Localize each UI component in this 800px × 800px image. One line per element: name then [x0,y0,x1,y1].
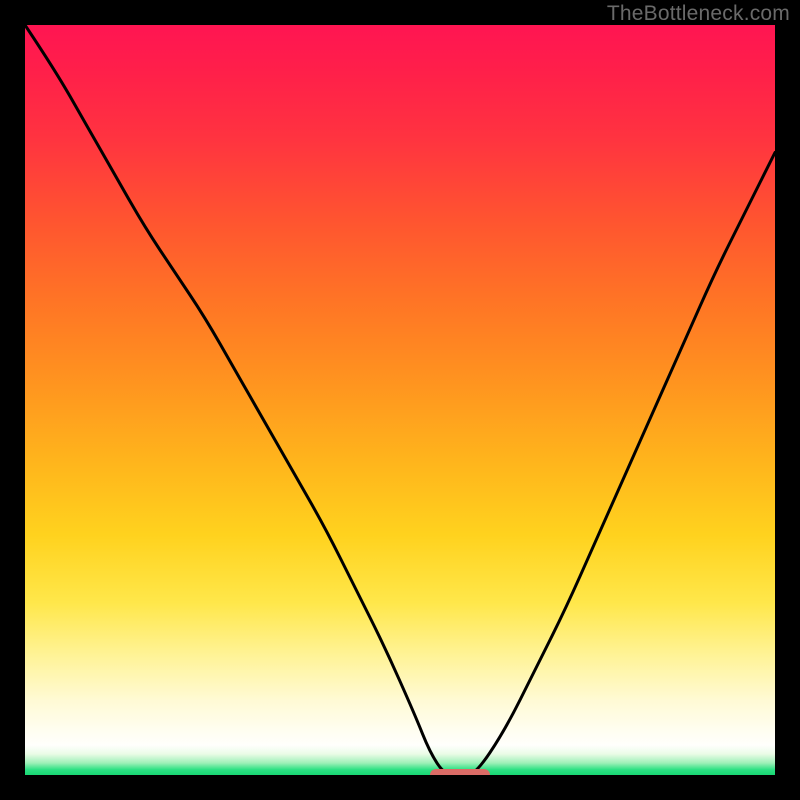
watermark-text: TheBottleneck.com [607,2,790,26]
chart-frame: TheBottleneck.com [0,0,800,800]
bottleneck-curve-path [25,25,775,775]
bottleneck-curve-svg [25,25,775,775]
plot-area [25,25,775,775]
minimum-marker [430,769,490,775]
